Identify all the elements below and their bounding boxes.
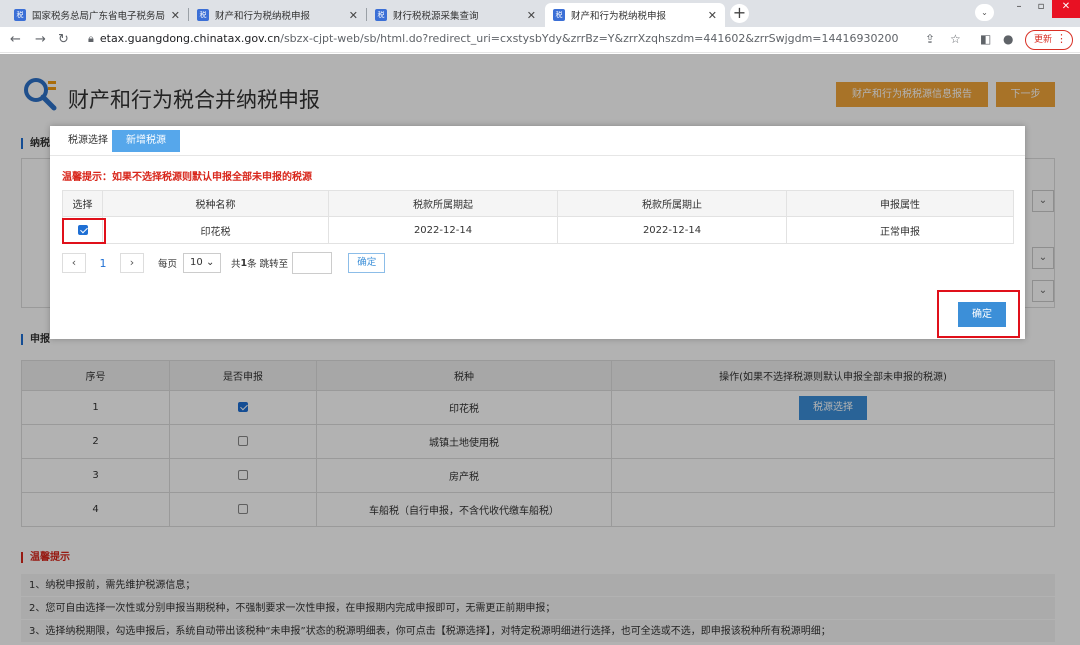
update-label: 更新	[1034, 35, 1053, 45]
tab-label: 国家税务总局广东省电子税务局	[32, 11, 166, 22]
browser-tabstrip: 税 国家税务总局广东省电子税务局 ✕ 税 财产和行为税纳税申报 ✕ 税 财行税税…	[0, 0, 1080, 27]
maximize-icon[interactable]: ▫	[1030, 0, 1052, 18]
total-count: 1	[240, 257, 248, 269]
tab-close-icon[interactable]: ✕	[527, 9, 536, 22]
url-path: /sbzx-cjpt-web/sb/html.do?redirect_uri=c…	[280, 32, 899, 45]
period-start: 2022-12-14	[328, 216, 558, 244]
declare-attribute: 正常申报	[786, 216, 1014, 244]
jump-confirm-button[interactable]: 确定	[348, 253, 386, 273]
per-page-label: 每页	[158, 259, 178, 270]
column-header: 税款所属期止	[557, 190, 787, 217]
more-menu-icon: ⋮	[1056, 32, 1067, 45]
tab-close-icon[interactable]: ✕	[349, 9, 358, 22]
total-suffix: 条 跳转至	[247, 259, 289, 270]
tab-close-icon[interactable]: ✕	[171, 9, 180, 22]
forward-arrow-icon[interactable]: →	[35, 32, 46, 47]
dialog-tabs: 税源选择 新增税源	[50, 126, 1025, 156]
close-window-icon[interactable]: ✕	[1052, 0, 1080, 18]
browser-tab[interactable]: 税 财行税税源采集查询 ✕	[367, 3, 544, 27]
prev-page-icon[interactable]: ‹	[62, 253, 86, 273]
new-tab-plus-icon[interactable]: +	[730, 4, 749, 23]
minimize-icon[interactable]: –	[1008, 0, 1030, 18]
column-header: 税款所属期起	[328, 190, 558, 217]
tab-add-tax-source[interactable]: 新增税源	[112, 130, 180, 152]
chevron-down-icon: ⌄	[205, 257, 215, 268]
sidepanel-icon[interactable]: ◧	[980, 32, 991, 46]
column-header: 选择	[62, 190, 103, 217]
tax-favicon-icon: 税	[197, 9, 209, 21]
next-page-icon[interactable]: ›	[120, 253, 144, 273]
dialog-warning-tip: 温馨提示：如果不选择税源则默认申报全部未申报的税源	[62, 172, 312, 183]
column-header: 申报属性	[786, 190, 1014, 217]
share-icon[interactable]: ⇪	[925, 32, 935, 46]
per-page-select[interactable]: 10 ⌄	[183, 253, 222, 273]
tab-label: 财行税税源采集查询	[393, 11, 479, 22]
column-header: 税种名称	[102, 190, 329, 217]
tab-label: 财产和行为税纳税申报	[571, 11, 667, 22]
address-bar[interactable]: 🔒︎ etax.guangdong.chinatax.gov.cn/sbzx-cj…	[88, 32, 899, 46]
bookmark-star-icon[interactable]: ☆	[950, 32, 961, 46]
chevron-down-icon[interactable]: ⌄	[975, 4, 994, 21]
browser-tab[interactable]: 税 国家税务总局广东省电子税务局 ✕	[6, 3, 188, 27]
tax-favicon-icon: 税	[375, 9, 387, 21]
pagination: ‹ 1 › 每页 10 ⌄ 共1条 跳转至 确定	[62, 252, 386, 274]
tab-label: 财产和行为税纳税申报	[215, 11, 311, 22]
browser-tab-active[interactable]: 税 财产和行为税纳税申报 ✕	[545, 3, 725, 27]
tab-tax-source-select[interactable]: 税源选择	[58, 130, 118, 152]
table-row: 印花税 2022-12-14 2022-12-14 正常申报	[62, 216, 1014, 244]
current-page[interactable]: 1	[86, 257, 120, 270]
per-page-value: 10	[190, 257, 203, 268]
tax-source-table: 选择 税种名称 税款所属期起 税款所属期止 申报属性 印花税 2022-12-1…	[62, 190, 1014, 244]
highlight-box	[937, 290, 1020, 338]
total-prefix: 共	[231, 259, 241, 270]
tax-favicon-icon: 税	[14, 9, 26, 21]
tax-name: 印花税	[102, 216, 329, 244]
browser-toolbar: ← → ↻ 🔒︎ etax.guangdong.chinatax.gov.cn/s…	[0, 27, 1080, 53]
period-end: 2022-12-14	[557, 216, 787, 244]
reload-icon[interactable]: ↻	[58, 32, 69, 47]
table-header-row: 选择 税种名称 税款所属期起 税款所属期止 申报属性	[62, 190, 1014, 217]
update-button[interactable]: 更新 ⋮	[1025, 30, 1073, 50]
lock-icon: 🔒︎	[88, 32, 94, 45]
jump-page-input[interactable]	[292, 252, 333, 274]
profile-icon[interactable]: ●	[1003, 32, 1013, 46]
tax-source-select-dialog: 税源选择 新增税源 温馨提示：如果不选择税源则默认申报全部未申报的税源 选择 税…	[50, 126, 1025, 339]
highlight-box	[62, 218, 106, 244]
window-controls: – ▫ ✕	[1008, 0, 1080, 18]
browser-tab[interactable]: 税 财产和行为税纳税申报 ✕	[189, 3, 366, 27]
tax-favicon-icon: 税	[553, 9, 565, 21]
url-host: etax.guangdong.chinatax.gov.cn	[99, 32, 281, 45]
back-arrow-icon[interactable]: ←	[10, 32, 21, 47]
tab-close-icon[interactable]: ✕	[708, 9, 717, 22]
